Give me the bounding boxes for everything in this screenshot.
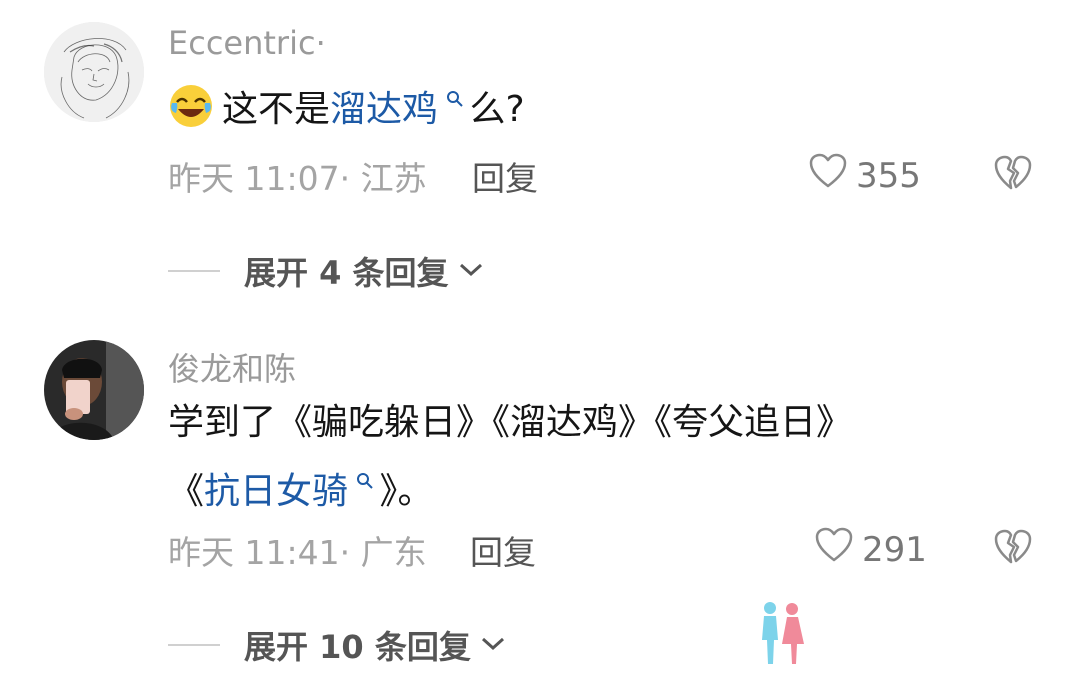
comment-text-after: 么? [469,89,525,130]
expand-replies-button[interactable]: 展开 10 条回复 [168,622,507,668]
expand-replies-button[interactable]: 展开 4 条回复 [168,248,485,294]
like-count: 355 [856,155,921,196]
avatar[interactable] [44,22,144,122]
comment-text: 学到了《骗吃躲日》《溜达鸡》《夸父追日》 [168,390,852,456]
avatar[interactable] [44,340,144,440]
chevron-down-icon [457,259,485,283]
search-icon[interactable] [440,91,469,113]
comment-timestamp: 昨天 11:07· 江苏 [168,159,427,198]
like-button[interactable]: 291 [814,526,927,573]
comment-text-line-1: 学到了《骗吃躲日》《溜达鸡》《夸父追日》 [168,402,853,443]
like-button[interactable]: 355 [808,152,921,199]
divider-line [168,644,220,646]
heart-outline-icon [808,152,848,199]
broken-heart-icon [993,529,1033,570]
comment-text-after: 》。 [379,471,434,512]
reply-button[interactable]: 回复 [470,526,536,574]
reply-button[interactable]: 回复 [472,152,538,200]
chevron-down-icon [479,633,507,657]
expand-replies-label: 展开 4 条回复 [244,254,449,292]
dislike-button[interactable] [993,528,1033,570]
expand-replies-label: 展开 10 条回复 [244,628,471,666]
comment-username[interactable]: 俊龙和陈 [168,344,296,390]
divider-line [168,270,220,272]
comment-timestamp: 昨天 11:41· 广东 [168,533,427,572]
comment-text: 这不是溜达鸡 么? [168,70,525,143]
keyword-link[interactable]: 抗日女骑 [204,471,348,512]
dislike-button[interactable] [993,154,1033,196]
heart-outline-icon [814,526,854,573]
broken-heart-icon [993,155,1033,196]
couple-watermark-icon [752,600,812,666]
like-count: 291 [862,529,927,570]
comment-text-before: 这不是 [222,89,331,130]
comment-text-before: 《 [168,471,205,512]
search-icon[interactable] [350,473,379,495]
comment-text: 《抗日女骑 》。 [168,452,434,525]
crying-laughing-emoji-icon [168,83,214,129]
comment-username[interactable]: Eccentric· [168,24,326,62]
keyword-link[interactable]: 溜达鸡 [330,89,438,130]
